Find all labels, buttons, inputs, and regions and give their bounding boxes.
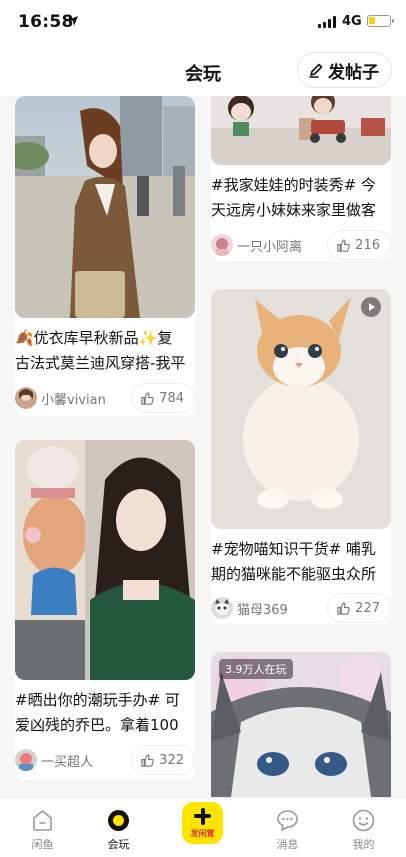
post-meta: 一只小阿离 216 xyxy=(211,230,391,260)
post-author[interactable]: 一只小阿离 xyxy=(237,236,302,255)
post-meta: 一买超人 322 xyxy=(15,745,195,775)
tab-play[interactable]: 会玩 xyxy=(78,798,159,857)
top-header: 会玩 发帖子 xyxy=(0,46,406,96)
post-meta: 小馨vivian 784 xyxy=(15,383,195,413)
post-caption-line: #宠物喵知识干货# 哺乳 xyxy=(211,540,376,558)
post-image xyxy=(15,96,195,318)
post-image xyxy=(211,289,391,529)
video-play-icon xyxy=(361,297,381,317)
post-author[interactable]: 一买超人 xyxy=(41,751,93,770)
post-caption-line: #晒出你的潮玩手办# 可 xyxy=(15,691,180,709)
post-card[interactable]: 🍂优衣库早秋新品✨复 古法式莫兰迪风穿搭-我平 小馨vivian 784 xyxy=(15,96,195,416)
tab-home[interactable]: 闲鱼 xyxy=(2,798,83,857)
plus-icon: 发闲置 xyxy=(182,802,223,844)
tab-label: 闲鱼 xyxy=(31,838,54,851)
play-circle-icon xyxy=(108,810,129,831)
post-caption-line: 天远房小妹妹来家里做客 xyxy=(211,201,377,219)
feed[interactable]: 🍂优衣库早秋新品✨复 古法式莫兰迪风穿搭-我平 小馨vivian 784 #晒出… xyxy=(0,96,406,797)
post-image: 3.9万人在玩 xyxy=(211,652,391,797)
post-author[interactable]: 小馨vivian xyxy=(41,389,106,408)
battery-icon xyxy=(367,15,394,27)
avatar[interactable] xyxy=(211,234,233,256)
location-arrow-icon xyxy=(68,16,78,26)
smile-icon xyxy=(352,809,375,832)
like-button[interactable]: 322 xyxy=(131,745,195,775)
status-bar: 16:58 4G xyxy=(0,0,406,46)
like-count: 784 xyxy=(159,390,184,406)
like-button[interactable]: 227 xyxy=(327,593,391,623)
post-image xyxy=(15,440,195,680)
like-count: 322 xyxy=(159,752,184,768)
post-card[interactable]: #宠物喵知识干货# 哺乳 期的猫咪能不能驱虫众所 猫母369 227 xyxy=(211,289,391,624)
post-image xyxy=(211,96,391,165)
avatar[interactable] xyxy=(211,597,233,619)
tab-messages[interactable]: 消息 xyxy=(247,798,328,857)
pen-icon xyxy=(309,63,323,78)
post-caption-line: 🍂优衣库早秋新品✨复 xyxy=(15,329,173,347)
tab-label: 发闲置 xyxy=(190,829,215,838)
post-caption-line: 古法式莫兰迪风穿搭-我平 xyxy=(15,354,186,372)
live-viewers-badge: 3.9万人在玩 xyxy=(219,659,293,679)
network-type: 4G xyxy=(342,14,362,29)
thumbs-up-icon xyxy=(141,753,154,767)
like-count: 216 xyxy=(355,237,380,253)
thumbs-up-icon xyxy=(141,391,154,405)
avatar[interactable] xyxy=(15,749,37,771)
post-caption-line: #我家娃娃的时装秀# 今 xyxy=(211,176,376,194)
post-caption-line: 期的猫咪能不能驱虫众所 xyxy=(211,565,377,583)
tab-publish[interactable]: 发闲置 xyxy=(162,798,243,857)
like-button[interactable]: 216 xyxy=(327,230,391,260)
like-count: 227 xyxy=(355,600,380,616)
bottom-tab-bar: 闲鱼 会玩 发闲置 消息 我的 xyxy=(0,797,406,857)
chat-icon xyxy=(277,810,298,831)
tab-label: 我的 xyxy=(352,838,375,851)
tab-profile[interactable]: 我的 xyxy=(323,798,404,857)
home-icon xyxy=(33,810,52,831)
thumbs-up-icon xyxy=(337,601,350,615)
thumbs-up-icon xyxy=(337,238,350,252)
status-time: 16:58 xyxy=(18,12,74,32)
post-meta: 猫母369 227 xyxy=(211,593,391,623)
tab-label: 消息 xyxy=(276,838,299,851)
post-author[interactable]: 猫母369 xyxy=(237,599,288,618)
post-button[interactable]: 发帖子 xyxy=(297,52,392,88)
avatar[interactable] xyxy=(15,387,37,409)
post-card[interactable]: #晒出你的潮玩手办# 可 爱凶残的乔巴。拿着100 一买超人 322 xyxy=(15,440,195,780)
post-caption-line: 爱凶残的乔巴。拿着100 xyxy=(15,716,179,734)
post-card[interactable]: #我家娃娃的时装秀# 今 天远房小妹妹来家里做客 一只小阿离 216 xyxy=(211,96,391,261)
signal-icon xyxy=(318,16,336,28)
tab-label: 会玩 xyxy=(107,838,130,851)
like-button[interactable]: 784 xyxy=(131,383,195,413)
post-card[interactable]: 3.9万人在玩 xyxy=(211,652,391,797)
post-button-label: 发帖子 xyxy=(328,62,379,83)
